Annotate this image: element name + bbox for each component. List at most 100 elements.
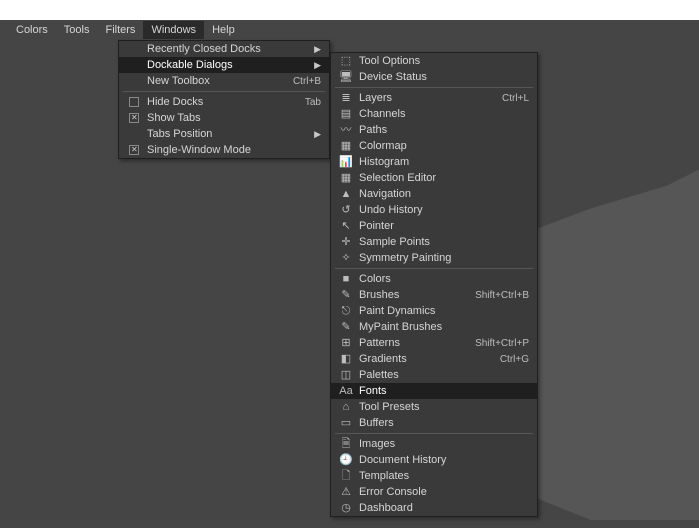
dockable-paths[interactable]: 〰Paths [331, 122, 537, 138]
menu-item-label: Device Status [359, 71, 529, 83]
brushes-icon: ✎ [341, 290, 350, 301]
templates-icon: 🗋 [342, 471, 351, 482]
dockable-symmetry-painting[interactable]: ✧ Symmetry Painting [331, 250, 537, 266]
menu-separator [335, 268, 533, 269]
menu-item-label: Paint Dynamics [359, 305, 529, 317]
dockable-buffers[interactable]: ▭Buffers [331, 415, 537, 431]
window-top-whitespace [0, 0, 699, 20]
menu-item-label: Colormap [359, 140, 529, 152]
dockable-mypaint-brushes[interactable]: ✎MyPaint Brushes [331, 319, 537, 335]
menu-item-accel: Ctrl+L [502, 93, 529, 104]
menubar-windows[interactable]: Windows [143, 21, 204, 39]
dockable-gradients[interactable]: ◧GradientsCtrl+G [331, 351, 537, 367]
dockable-templates[interactable]: 🗋 Templates [331, 468, 537, 484]
menu-item-label: Symmetry Painting [359, 252, 529, 264]
fonts-icon: Aa [339, 386, 352, 397]
menubar-colors[interactable]: Colors [8, 21, 56, 39]
menu-item-accel: Shift+Ctrl+P [475, 338, 529, 349]
submenu-arrow-icon: ▶ [314, 60, 321, 71]
dockable-pointer[interactable]: ↖Pointer [331, 218, 537, 234]
dockable-channels[interactable]: ▤ Channels [331, 106, 537, 122]
menu-item-label: Palettes [359, 369, 529, 381]
menu-item-label: Undo History [359, 204, 529, 216]
menu-item-accel: Shift+Ctrl+B [475, 290, 529, 301]
dockable-colors[interactable]: ■ Colors [331, 271, 537, 287]
menu-item-label: Fonts [359, 385, 529, 397]
colors-icon: ■ [343, 274, 350, 285]
menu-item-label: Colors [359, 273, 529, 285]
dockable-images[interactable]: 🗎Images [331, 436, 537, 452]
dockable-patterns[interactable]: ⊞ Patterns Shift+Ctrl+P [331, 335, 537, 351]
dockable-selection-editor[interactable]: ▦ Selection Editor [331, 170, 537, 186]
menu-item-label: Tool Presets [359, 401, 529, 413]
dockable-layers[interactable]: ≣LayersCtrl+L [331, 90, 537, 106]
windows-menu-hide-docks[interactable]: Hide Docks Tab [119, 94, 329, 110]
dockable-paint-dynamics[interactable]: ⎋ Paint Dynamics [331, 303, 537, 319]
dockable-dashboard[interactable]: ◷ Dashboard [331, 500, 537, 516]
menu-item-label: Selection Editor [359, 172, 529, 184]
menubar-help[interactable]: Help [204, 21, 243, 39]
windows-menu-tabs-position[interactable]: Tabs Position ▶ [119, 126, 329, 142]
windows-menu-new-toolbox[interactable]: New ToolboxCtrl+B [119, 73, 329, 89]
menu-item-label: Single-Window Mode [147, 144, 321, 156]
checkbox-icon [129, 97, 139, 107]
menu-item-label: Recently Closed Docks [147, 43, 304, 55]
paint-dynamics-icon: ⎋ [342, 306, 351, 317]
dockable-document-history[interactable]: 🕘Document History [331, 452, 537, 468]
menu-item-label: Patterns [359, 337, 463, 349]
paths-icon: 〰 [341, 125, 352, 136]
menu-item-label: Hide Docks [147, 96, 293, 108]
menu-item-label: Document History [359, 454, 529, 466]
palettes-icon: ◫ [341, 370, 351, 381]
symmetry-painting-icon: ✧ [341, 253, 350, 264]
tool-options-icon: ⬚ [341, 56, 351, 67]
dockable-tool-options[interactable]: ⬚ Tool Options [331, 53, 537, 69]
sample-points-icon: ✛ [341, 237, 350, 248]
gradients-icon: ◧ [341, 354, 351, 365]
menu-item-label: Dockable Dialogs [147, 59, 304, 71]
dockable-fonts[interactable]: Aa Fonts [331, 383, 537, 399]
histogram-icon: 📊 [339, 157, 353, 168]
dashboard-icon: ◷ [341, 503, 351, 514]
windows-menu-single-window-mode[interactable]: Single-Window Mode [119, 142, 329, 158]
dockable-brushes[interactable]: ✎BrushesShift+Ctrl+B [331, 287, 537, 303]
menu-item-label: Channels [359, 108, 529, 120]
menubar-filters[interactable]: Filters [97, 21, 143, 39]
dockable-palettes[interactable]: ◫ Palettes [331, 367, 537, 383]
submenu-arrow-icon: ▶ [314, 129, 321, 140]
dockable-histogram[interactable]: 📊 Histogram [331, 154, 537, 170]
submenu-arrow-icon: ▶ [314, 44, 321, 55]
menu-item-label: Histogram [359, 156, 529, 168]
checkbox-checked-icon [129, 145, 139, 155]
menu-item-label: Pointer [359, 220, 529, 232]
buffers-icon: ▭ [341, 418, 351, 429]
windows-menu-dockable-dialogs[interactable]: Dockable Dialogs ▶ [119, 57, 329, 73]
windows-menu-recently-closed-docks[interactable]: Recently Closed Docks ▶ [119, 41, 329, 57]
menubar-tools[interactable]: Tools [56, 21, 98, 39]
menu-item-label: Error Console [359, 486, 529, 498]
channels-icon: ▤ [341, 109, 351, 120]
menu-item-label: Templates [359, 470, 529, 482]
dockable-sample-points[interactable]: ✛ Sample Points [331, 234, 537, 250]
menu-item-label: Sample Points [359, 236, 529, 248]
menu-separator [335, 433, 533, 434]
menu-item-label: Tabs Position [147, 128, 304, 140]
dockable-tool-presets[interactable]: ⌂Tool Presets [331, 399, 537, 415]
checkbox-checked-icon [129, 113, 139, 123]
menu-item-label: Tool Options [359, 55, 529, 67]
windows-menu-show-tabs[interactable]: Show Tabs [119, 110, 329, 126]
selection-editor-icon: ▦ [341, 173, 351, 184]
dockable-navigation[interactable]: ▲Navigation [331, 186, 537, 202]
menu-item-accel: Tab [305, 97, 321, 108]
device-status-icon: 🖥 [339, 72, 353, 83]
layers-icon: ≣ [341, 93, 350, 104]
dockable-dialogs-submenu: ⬚ Tool Options 🖥 Device Status ≣LayersCtrl+L… [330, 52, 538, 517]
menu-item-label: Dashboard [359, 502, 529, 514]
dockable-colormap[interactable]: ▦Colormap [331, 138, 537, 154]
dockable-error-console[interactable]: ⚠ Error Console [331, 484, 537, 500]
menu-item-label: Images [359, 438, 529, 450]
dockable-device-status[interactable]: 🖥 Device Status [331, 69, 537, 85]
dockable-undo-history[interactable]: ↺Undo History [331, 202, 537, 218]
error-console-icon: ⚠ [341, 487, 351, 498]
patterns-icon: ⊞ [341, 338, 350, 349]
